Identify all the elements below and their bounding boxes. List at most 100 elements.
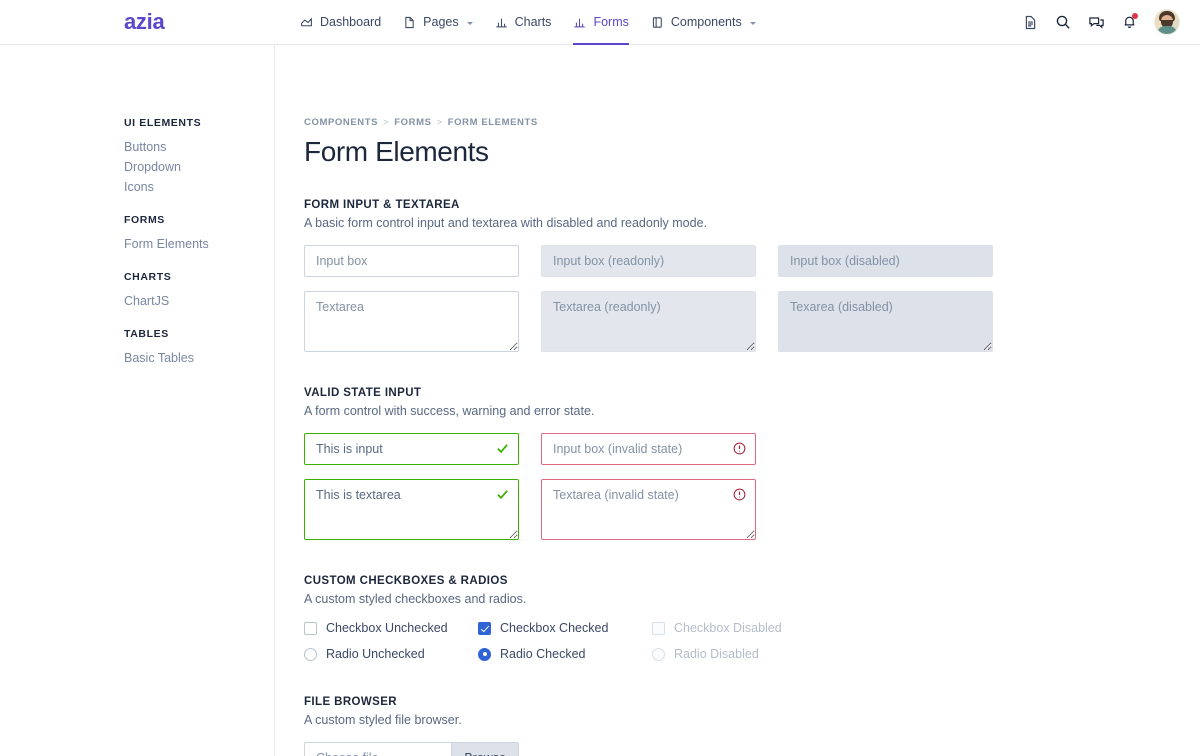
checkbox-unchecked[interactable] (304, 621, 317, 635)
checkbox-unchecked-label[interactable]: Checkbox Unchecked (326, 621, 448, 635)
section-description: A basic form control input and textarea … (304, 216, 708, 230)
breadcrumb-item-components[interactable]: COMPONENTS (304, 117, 378, 128)
sidebar-item-basic-tables[interactable]: Basic Tables (124, 349, 274, 367)
browse-button[interactable]: Browse (451, 743, 518, 756)
input-col-readonly (541, 245, 756, 277)
section-title: VALID STATE INPUT (304, 387, 422, 399)
page-icon (403, 16, 416, 29)
sidebar-group-title: FORMS (124, 214, 165, 226)
textarea-row (304, 291, 1200, 352)
search-icon[interactable] (1055, 14, 1071, 30)
checkbox-disabled-group: Checkbox Disabled (652, 621, 826, 635)
section-title: FORM INPUT & TEXTAREA (304, 199, 460, 211)
nav-label: Dashboard (320, 15, 382, 29)
sidebar: UI ELEMENTS Buttons Dropdown Icons FORMS… (0, 45, 275, 756)
nav-label: Pages (423, 15, 459, 29)
section-title: FILE BROWSER (304, 696, 397, 708)
breadcrumb-separator: > (383, 117, 390, 128)
sidebar-item-icons[interactable]: Icons (124, 178, 274, 196)
components-icon (651, 16, 664, 29)
invalid-textarea-wrap (541, 479, 756, 540)
radio-row: Radio Unchecked Radio Checked Radio Disa… (304, 647, 1200, 661)
user-avatar[interactable] (1154, 9, 1180, 35)
section-description: A custom styled file browser. (304, 713, 462, 727)
radio-disabled-label: Radio Disabled (674, 647, 759, 661)
section-description: A form control with success, warning and… (304, 404, 595, 418)
main-navigation: Dashboard Pages Charts Forms Components (300, 0, 756, 45)
bell-icon[interactable] (1122, 13, 1138, 30)
dashboard-icon (300, 16, 313, 29)
file-browser: Choose file Browse (304, 742, 519, 756)
textarea-valid[interactable] (304, 479, 519, 540)
nav-item-charts[interactable]: Charts (495, 0, 552, 45)
radio-unchecked-group[interactable]: Radio Unchecked (304, 647, 478, 661)
section-valid-state-input: VALID STATE INPUT A form control with su… (304, 387, 1200, 540)
checkbox-checked-label[interactable]: Checkbox Checked (500, 621, 608, 635)
page-title: Form Elements (304, 136, 489, 167)
input-col-disabled (778, 245, 993, 277)
top-header: azia Dashboard Pages Charts Forms Compon… (0, 0, 1200, 45)
nav-label: Components (670, 15, 742, 29)
textarea-readonly[interactable] (541, 291, 756, 352)
textarea[interactable] (304, 291, 519, 352)
input-valid[interactable] (304, 433, 519, 465)
radio-checked[interactable] (478, 647, 491, 661)
valid-textarea-row (304, 479, 1200, 540)
checkbox-checked[interactable] (478, 621, 491, 635)
section-custom-checkboxes-radios: CUSTOM CHECKBOXES & RADIOS A custom styl… (304, 575, 1200, 661)
valid-input-wrap (304, 433, 519, 465)
radio-unchecked[interactable] (304, 647, 317, 661)
textarea-invalid[interactable] (541, 479, 756, 540)
checkbox-unchecked-group[interactable]: Checkbox Unchecked (304, 621, 478, 635)
breadcrumb-separator: > (436, 117, 443, 128)
nav-item-forms[interactable]: Forms (573, 0, 630, 45)
radio-checked-label[interactable]: Radio Checked (500, 647, 585, 661)
sidebar-item-chartjs[interactable]: ChartJS (124, 292, 274, 310)
section-form-input-textarea: FORM INPUT & TEXTAREA A basic form contr… (304, 199, 1200, 352)
chevron-down-icon (466, 21, 473, 25)
nav-item-dashboard[interactable]: Dashboard (300, 0, 381, 45)
nav-label: Charts (514, 15, 552, 29)
invalid-input-wrap (541, 433, 756, 465)
breadcrumb-item-forms[interactable]: FORMS (394, 117, 431, 128)
sidebar-group-title: UI ELEMENTS (124, 117, 202, 129)
brand-logo[interactable]: azia (124, 11, 165, 33)
input-invalid[interactable] (541, 433, 756, 465)
nav-item-pages[interactable]: Pages (403, 0, 473, 45)
sidebar-group-title: CHARTS (124, 271, 172, 283)
input-box-readonly[interactable] (541, 245, 756, 277)
radio-checked-group[interactable]: Radio Checked (478, 647, 652, 661)
sidebar-group-charts: CHARTS ChartJS (124, 271, 274, 310)
input-col-basic (304, 245, 519, 277)
radio-disabled (652, 647, 665, 661)
checkbox-row: Checkbox Unchecked Checkbox Checked Chec… (304, 621, 1200, 635)
breadcrumb: COMPONENTS > FORMS > FORM ELEMENTS (304, 117, 1200, 128)
choose-file-input[interactable]: Choose file (305, 743, 452, 756)
checkbox-checked-group[interactable]: Checkbox Checked (478, 621, 652, 635)
input-box-disabled (778, 245, 993, 277)
sidebar-group-title: TABLES (124, 328, 169, 340)
section-file-browser: FILE BROWSER A custom styled file browse… (304, 696, 1200, 756)
radio-unchecked-label[interactable]: Radio Unchecked (326, 647, 425, 661)
radio-disabled-group: Radio Disabled (652, 647, 826, 661)
checkbox-disabled-label: Checkbox Disabled (674, 621, 782, 635)
chat-icon[interactable] (1088, 14, 1105, 31)
sidebar-item-form-elements[interactable]: Form Elements (124, 235, 274, 253)
sidebar-item-dropdown[interactable]: Dropdown (124, 158, 274, 176)
valid-input-row (304, 433, 1200, 465)
sidebar-group-tables: TABLES Basic Tables (124, 328, 274, 367)
input-box[interactable] (304, 245, 519, 277)
input-row (304, 245, 1200, 277)
nav-item-components[interactable]: Components (651, 0, 756, 45)
main-content: COMPONENTS > FORMS > FORM ELEMENTS Form … (275, 45, 1200, 756)
page-body: UI ELEMENTS Buttons Dropdown Icons FORMS… (0, 45, 1200, 756)
sidebar-group-ui-elements: UI ELEMENTS Buttons Dropdown Icons (124, 117, 274, 196)
chevron-down-icon (749, 21, 756, 25)
notification-badge (1132, 13, 1138, 19)
document-icon[interactable] (1023, 15, 1038, 30)
textarea-col-disabled (778, 291, 993, 352)
bar-chart-icon (495, 16, 508, 29)
textarea-disabled (778, 291, 993, 352)
sidebar-item-buttons[interactable]: Buttons (124, 138, 274, 156)
bar-chart-icon (573, 16, 586, 29)
